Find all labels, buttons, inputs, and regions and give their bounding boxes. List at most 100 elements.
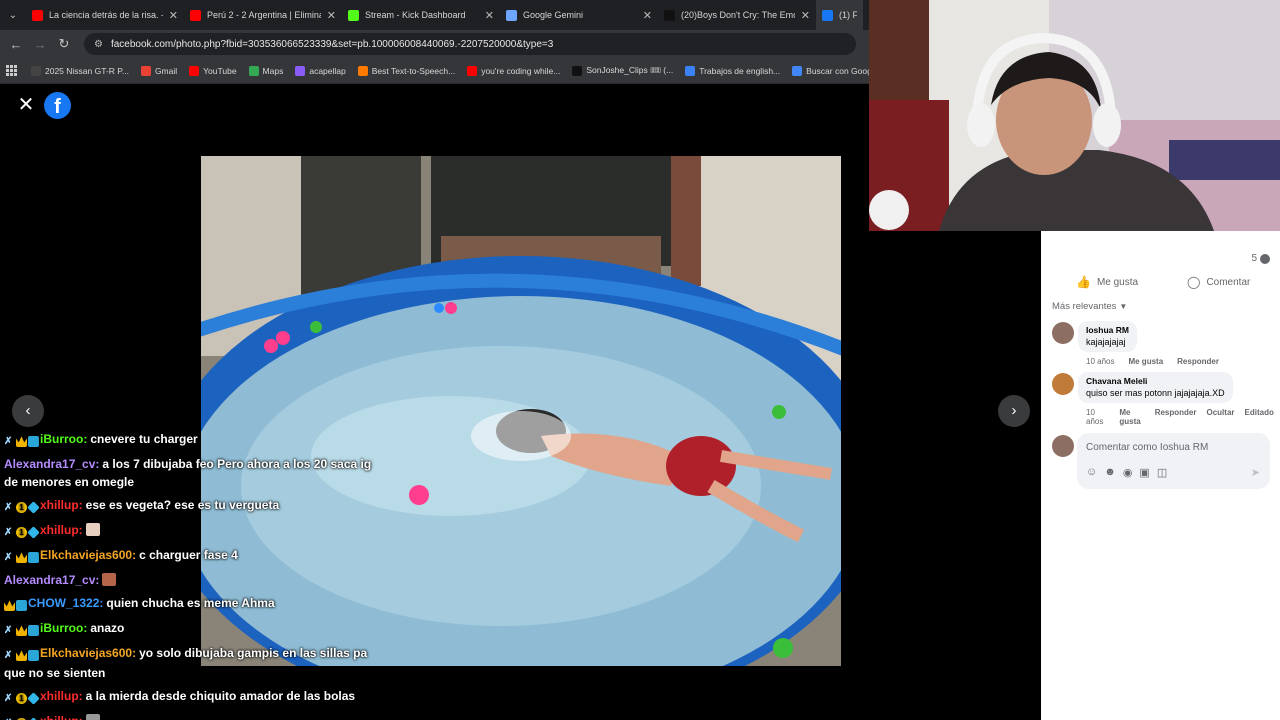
comment-like-link[interactable]: Me gusta bbox=[1128, 357, 1163, 366]
stream-chat-overlay: ✗ iBurroo: cnevere tu charger Alexandra17_c… bbox=[4, 430, 384, 720]
comment-author[interactable]: Chavana Meleli bbox=[1086, 376, 1225, 386]
forward-arrow-icon[interactable]: → bbox=[28, 30, 52, 58]
bookmark-favicon-icon bbox=[685, 65, 696, 76]
bookmark-item[interactable]: 2025 Nissan GT-R P... bbox=[31, 65, 129, 76]
bookmarks-bar: 2025 Nissan GT-R P... Gmail YouTube Maps aca… bbox=[0, 58, 878, 84]
bookmark-item[interactable]: Best Text-to-Speech... bbox=[357, 65, 455, 76]
user-badges: ✗1 bbox=[4, 689, 40, 707]
chat-username[interactable]: xhillup: bbox=[40, 689, 83, 703]
comment-text: kajajajajaj bbox=[1086, 337, 1126, 347]
tab-favicon-icon bbox=[822, 9, 833, 21]
tab-close-icon[interactable]: ✕ bbox=[169, 9, 178, 22]
bookmark-favicon-icon bbox=[572, 65, 583, 76]
comment-count[interactable]: 5 bbox=[1251, 253, 1270, 264]
chat-username[interactable]: Alexandra17_cv: bbox=[4, 457, 99, 471]
address-bar[interactable]: ⚙ facebook.com/photo.php?fbid=3035360665… bbox=[84, 33, 856, 55]
close-icon[interactable]: ✕ bbox=[16, 95, 36, 115]
comment-bubble: Chavana Meleli quiso ser mas potonn jaja… bbox=[1078, 372, 1233, 403]
chat-username[interactable]: xhillup: bbox=[40, 498, 83, 512]
emoji-icon[interactable]: ☻ bbox=[1104, 466, 1116, 479]
bookmark-label: Trabajos de english... bbox=[699, 65, 781, 76]
avatar[interactable] bbox=[1052, 373, 1074, 395]
chat-username[interactable]: Elkchaviejas600: bbox=[40, 548, 136, 562]
like-line: Me bbox=[1119, 408, 1131, 417]
chat-message: ✗1xhillup: bbox=[4, 521, 384, 541]
comment-hide-link[interactable]: Ocultar bbox=[1207, 408, 1235, 426]
bookmark-item[interactable]: Gmail bbox=[140, 65, 177, 76]
camera-icon[interactable]: ◉ bbox=[1123, 466, 1133, 479]
tab-close-icon[interactable]: ✕ bbox=[485, 9, 494, 22]
bookmark-item[interactable]: Trabajos de english... bbox=[685, 65, 780, 76]
comment-time[interactable]: 10 años bbox=[1086, 357, 1114, 366]
tab-search-chevron-icon[interactable]: ⌄ bbox=[0, 0, 26, 30]
back-arrow-icon[interactable]: ← bbox=[4, 30, 28, 58]
chat-username[interactable]: Elkchaviejas600: bbox=[40, 646, 136, 660]
sort-dropdown[interactable]: Más relevantes ▼ bbox=[1052, 301, 1127, 312]
avatar[interactable] bbox=[1052, 322, 1074, 344]
chat-username[interactable]: CHOW_1322: bbox=[28, 596, 103, 610]
crown-badge-icon bbox=[16, 436, 27, 448]
chat-message: CHOW_1322: quien chucha es meme Ahma bbox=[4, 594, 384, 614]
bookmark-item[interactable]: you're coding while... bbox=[467, 65, 560, 76]
tab-title: Stream - Kick Dashboard bbox=[365, 10, 466, 20]
browser-tab[interactable]: (20)Boys Don't Cry: The Emotio ✕ bbox=[658, 0, 816, 30]
webcam-overlay bbox=[869, 0, 1280, 231]
browser-tab[interactable]: (1) Face bbox=[816, 0, 863, 30]
browser-tab[interactable]: Stream - Kick Dashboard ✕ bbox=[342, 0, 500, 30]
comment-author[interactable]: Ioshua RM bbox=[1086, 325, 1129, 335]
bookmark-item[interactable]: Buscar con Google bbox=[792, 65, 878, 76]
like-line: gusta bbox=[1119, 417, 1141, 426]
one-badge-icon: 1 bbox=[16, 527, 27, 539]
cube-badge-icon bbox=[27, 501, 40, 515]
chat-username[interactable]: xhillup: bbox=[40, 523, 83, 537]
facebook-logo-icon[interactable]: f bbox=[44, 92, 71, 119]
comment-button[interactable]: ◯ Comentar bbox=[1187, 275, 1250, 289]
chat-text: cnevere tu charger bbox=[90, 432, 198, 446]
site-info-icon[interactable]: ⚙ bbox=[94, 39, 103, 50]
user-badges bbox=[4, 596, 28, 614]
bookmark-item[interactable]: Maps bbox=[248, 65, 283, 76]
screen: ⌄ La ciencia detrás de la risa. - Yo✕Per… bbox=[0, 0, 1280, 720]
previous-photo-button[interactable]: ‹ bbox=[12, 395, 44, 427]
chat-username[interactable]: Alexandra17_cv: bbox=[4, 573, 99, 587]
tab-close-icon[interactable]: ✕ bbox=[801, 9, 810, 22]
comment-label: Comentar bbox=[1206, 276, 1251, 288]
chat-message: ✗1xhillup: bbox=[4, 712, 384, 720]
tab-close-icon[interactable]: ✕ bbox=[643, 9, 652, 22]
comment-edited-label[interactable]: Editado bbox=[1245, 408, 1274, 426]
comment-time[interactable]: 10 años bbox=[1086, 408, 1103, 426]
tab-close-icon[interactable]: ✕ bbox=[327, 9, 336, 22]
bookmark-item[interactable]: SonJoshe_Clips 🎟 (... bbox=[572, 65, 673, 76]
tab-strip: La ciencia detrás de la risa. - Yo✕Perú … bbox=[26, 0, 863, 30]
browser-tab[interactable]: Perú 2 - 2 Argentina | Eliminato ✕ bbox=[184, 0, 342, 30]
comment-like-link[interactable]: Me gusta bbox=[1119, 408, 1140, 426]
tab-title: Google Gemini bbox=[523, 10, 584, 20]
apps-grid-icon[interactable] bbox=[6, 64, 17, 77]
bookmark-item[interactable]: YouTube bbox=[189, 65, 237, 76]
avatar-sticker-icon[interactable]: ☺ bbox=[1086, 466, 1097, 479]
send-icon[interactable]: ➤ bbox=[1251, 466, 1260, 479]
chat-message: ✗ Elkchaviejas600: c charguer fase 4 bbox=[4, 546, 384, 566]
bookmark-label: SonJoshe_Clips 🎟 (... bbox=[586, 65, 674, 75]
comment-reply-link[interactable]: Responder bbox=[1155, 408, 1197, 426]
chat-username[interactable]: xhillup: bbox=[40, 714, 83, 720]
gif-icon[interactable]: ▣ bbox=[1139, 466, 1149, 479]
composer-avatar[interactable] bbox=[1052, 435, 1074, 457]
sticker-icon[interactable]: ◫ bbox=[1157, 466, 1167, 479]
chat-username[interactable]: iBurroo: bbox=[40, 432, 87, 446]
next-photo-button[interactable]: › bbox=[998, 395, 1030, 427]
chat-message: ✗ iBurroo: anazo bbox=[4, 619, 384, 639]
comment-composer[interactable]: Comentar como Ioshua RM ☺ ☻ ◉ ▣ ◫ ➤ bbox=[1077, 433, 1270, 489]
chat-username[interactable]: iBurroo: bbox=[40, 621, 87, 635]
tab-favicon-icon bbox=[664, 9, 675, 21]
browser-tab[interactable]: Google Gemini ✕ bbox=[500, 0, 658, 30]
browser-tab[interactable]: La ciencia detrás de la risa. - Yo ✕ bbox=[26, 0, 184, 30]
bookmark-favicon-icon bbox=[189, 65, 200, 76]
tab-title: (1) Face bbox=[839, 10, 857, 20]
like-button[interactable]: 👍 Me gusta bbox=[1076, 275, 1138, 289]
comment-reply-link[interactable]: Responder bbox=[1177, 357, 1219, 366]
reload-icon[interactable]: ↻ bbox=[52, 30, 76, 58]
bookmark-item[interactable]: acapellap bbox=[295, 65, 346, 76]
chat-text: ese es vegeta? ese es tu vergueta bbox=[85, 498, 280, 512]
comment-meta: 10 años Me gusta Responder bbox=[1086, 357, 1233, 366]
